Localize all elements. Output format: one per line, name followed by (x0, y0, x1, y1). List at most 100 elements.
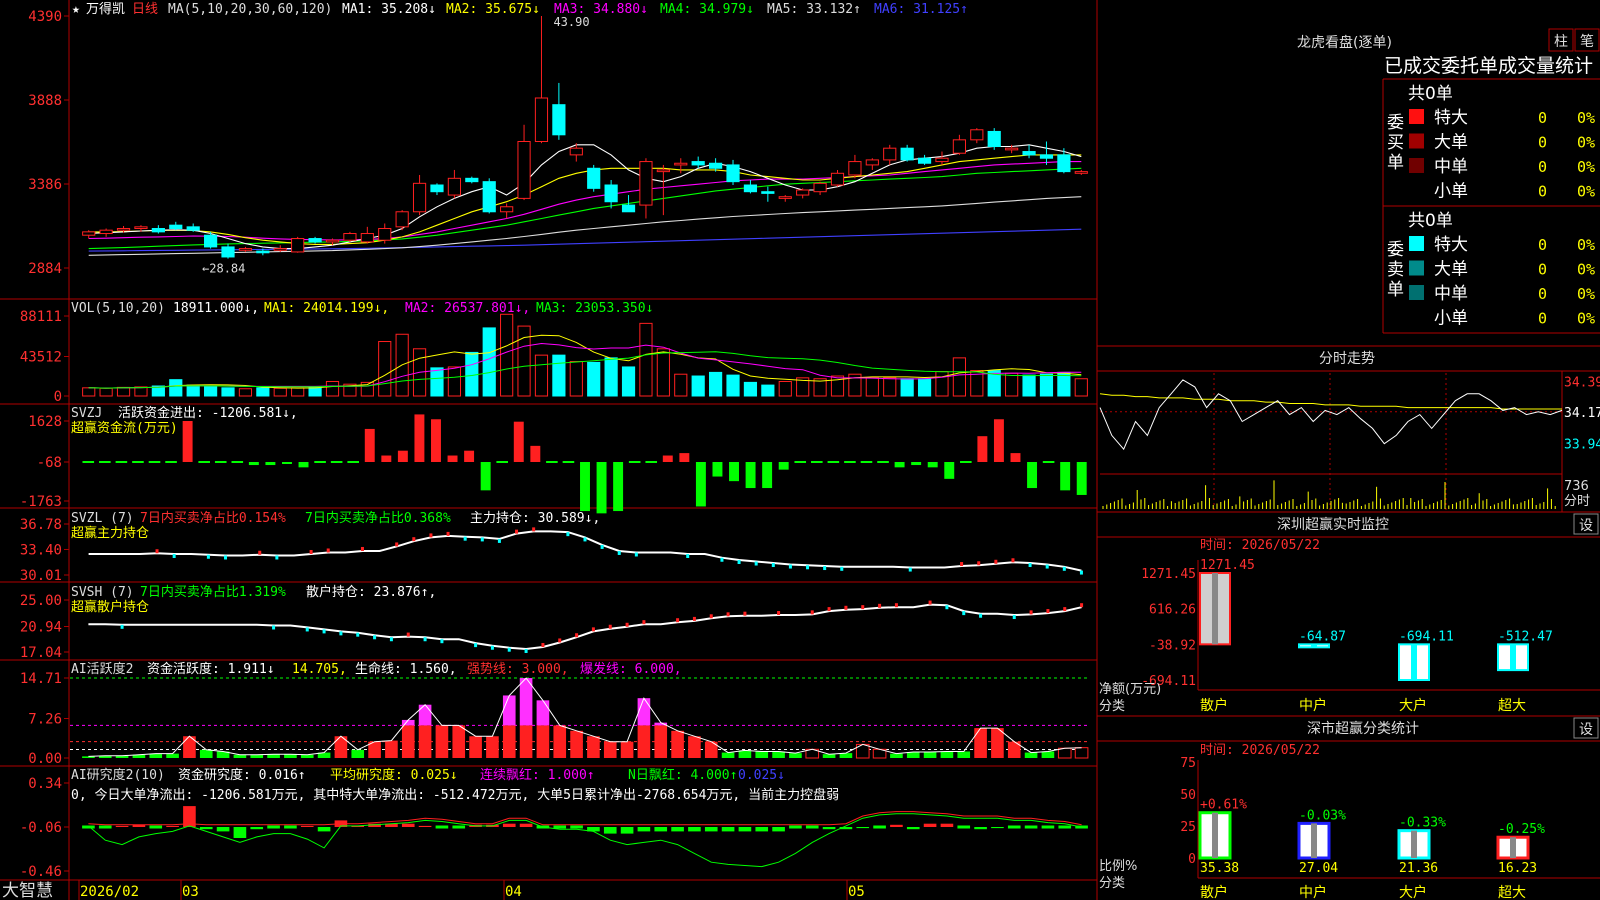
sz-bar-value: 1271.45 (1200, 558, 1255, 573)
activity-low-bar (1041, 751, 1055, 758)
activity-bar (452, 725, 466, 758)
svzl-holding: 主力持仓: 30.589↓, (470, 511, 600, 526)
svzl-tick (1062, 566, 1066, 571)
research-down-bar (317, 827, 331, 832)
research-down-bar (216, 827, 230, 832)
order-percent: 0% (1577, 236, 1595, 254)
outflow-bar (1027, 462, 1038, 489)
y-tick-label: -1763 (20, 494, 62, 510)
activity-bar (401, 725, 415, 758)
volume-bar (1039, 373, 1054, 397)
outflow-bar (298, 462, 309, 468)
candle-down (621, 204, 636, 213)
svzl-line (88, 530, 1082, 572)
svsh-tick (692, 616, 696, 621)
svzl-tick (788, 564, 792, 569)
y-tick-label: 36.78 (20, 517, 62, 533)
svsh-tick (305, 627, 309, 632)
svsh-tick (120, 624, 124, 629)
candle-up (830, 172, 845, 186)
pen-mode-label: 笔 (1580, 34, 1594, 50)
svzl-tick (1028, 563, 1032, 568)
stock-chart-canvas[interactable]: ★ 万得凯 日线 MA(5,10,20,30,60,120) MA1: 35.2… (0, 0, 1600, 900)
vol-ma-label: MA3: 23053.350↓ (536, 301, 653, 316)
inflow-bar (993, 419, 1004, 462)
research-up-bar (923, 823, 937, 827)
svsh-tick (676, 618, 680, 623)
svsh-tick (962, 611, 966, 616)
candle-up (865, 159, 879, 166)
outflow-bar (712, 462, 723, 477)
candle-down (151, 228, 165, 233)
period-label[interactable]: 日线 (132, 2, 158, 17)
candle-up (952, 139, 966, 154)
candle-up (970, 129, 984, 141)
inflow-bar (464, 450, 475, 462)
intraday-tick: 33.94 (1564, 438, 1600, 453)
order-percent: 0% (1577, 158, 1595, 176)
candle-up (813, 182, 827, 193)
activity-bar (418, 725, 432, 758)
ss-bar-delta: -0.33% (1399, 816, 1446, 831)
outflow-bar (282, 462, 292, 464)
sz-tick: -38.92 (1149, 638, 1196, 653)
svzl-tick (480, 537, 484, 542)
volume-bar (778, 380, 792, 397)
order-color-swatch (1409, 158, 1424, 173)
vol-ma-line (88, 342, 1082, 389)
activity-bar (587, 736, 600, 758)
svzl-tick (583, 537, 587, 542)
sz-tick: 616.26 (1149, 603, 1196, 618)
bar-mode-label: 柱 (1554, 34, 1568, 50)
svzl-tick (309, 549, 313, 554)
activity-burst-bar (637, 698, 651, 726)
order-color-swatch (1409, 285, 1424, 300)
order-type: 中单 (1434, 157, 1468, 177)
ma-label: MA4: 34.979↓ (660, 2, 754, 17)
candle-up (500, 206, 514, 213)
activity-low-bar (166, 753, 179, 758)
volume-bar (1022, 374, 1036, 397)
candle-up (134, 226, 148, 230)
sz-time: 时间: 2026/05/22 (1200, 538, 1320, 553)
candle-down (169, 224, 183, 230)
svsh-tick (474, 643, 478, 648)
y-tick-label: 30.01 (20, 568, 62, 584)
svzl-tick (429, 533, 433, 538)
activity-low-bar (772, 751, 785, 758)
inflow-bar (1010, 453, 1021, 462)
svzl-ratio1: 7日内买卖净占比0.154% (140, 510, 286, 526)
order-count: 0 (1538, 285, 1547, 303)
sz-bar-stripe (1510, 644, 1516, 671)
svsh-tick (709, 614, 713, 619)
volume-bar (291, 387, 305, 397)
order-total: 共0单 (1408, 84, 1453, 104)
inflow-bar (397, 450, 408, 462)
ai-max: 14.705, (292, 662, 347, 677)
ss-category: 大户 (1399, 884, 1427, 900)
side-label: 单 (1387, 280, 1404, 300)
svsh-tick (423, 637, 427, 642)
y-tick-label: 88111 (20, 309, 62, 325)
svzl-tick (206, 554, 210, 559)
candle-down (761, 191, 775, 194)
candle-down (587, 167, 601, 189)
sz-unit: 净额(万元) (1099, 682, 1161, 697)
outflow-bar (745, 462, 756, 489)
svsh-tick (490, 645, 494, 650)
volume-bar (935, 370, 949, 397)
svzl-tick (566, 532, 570, 537)
research-down-bar (704, 827, 718, 832)
volume-bar (569, 360, 583, 397)
research-down-bar (822, 827, 836, 830)
volume-bar (378, 341, 392, 397)
candle-up (82, 231, 96, 236)
research-green-line (88, 813, 1082, 868)
stock-name[interactable]: 万得凯 (86, 1, 125, 17)
research-down-bar (199, 827, 213, 830)
ss-settings-label: 设 (1579, 722, 1593, 738)
volume-bar (82, 387, 96, 397)
star-icon[interactable]: ★ (72, 2, 80, 17)
side-label: 委 (1387, 113, 1404, 133)
volume-bar (116, 386, 131, 397)
